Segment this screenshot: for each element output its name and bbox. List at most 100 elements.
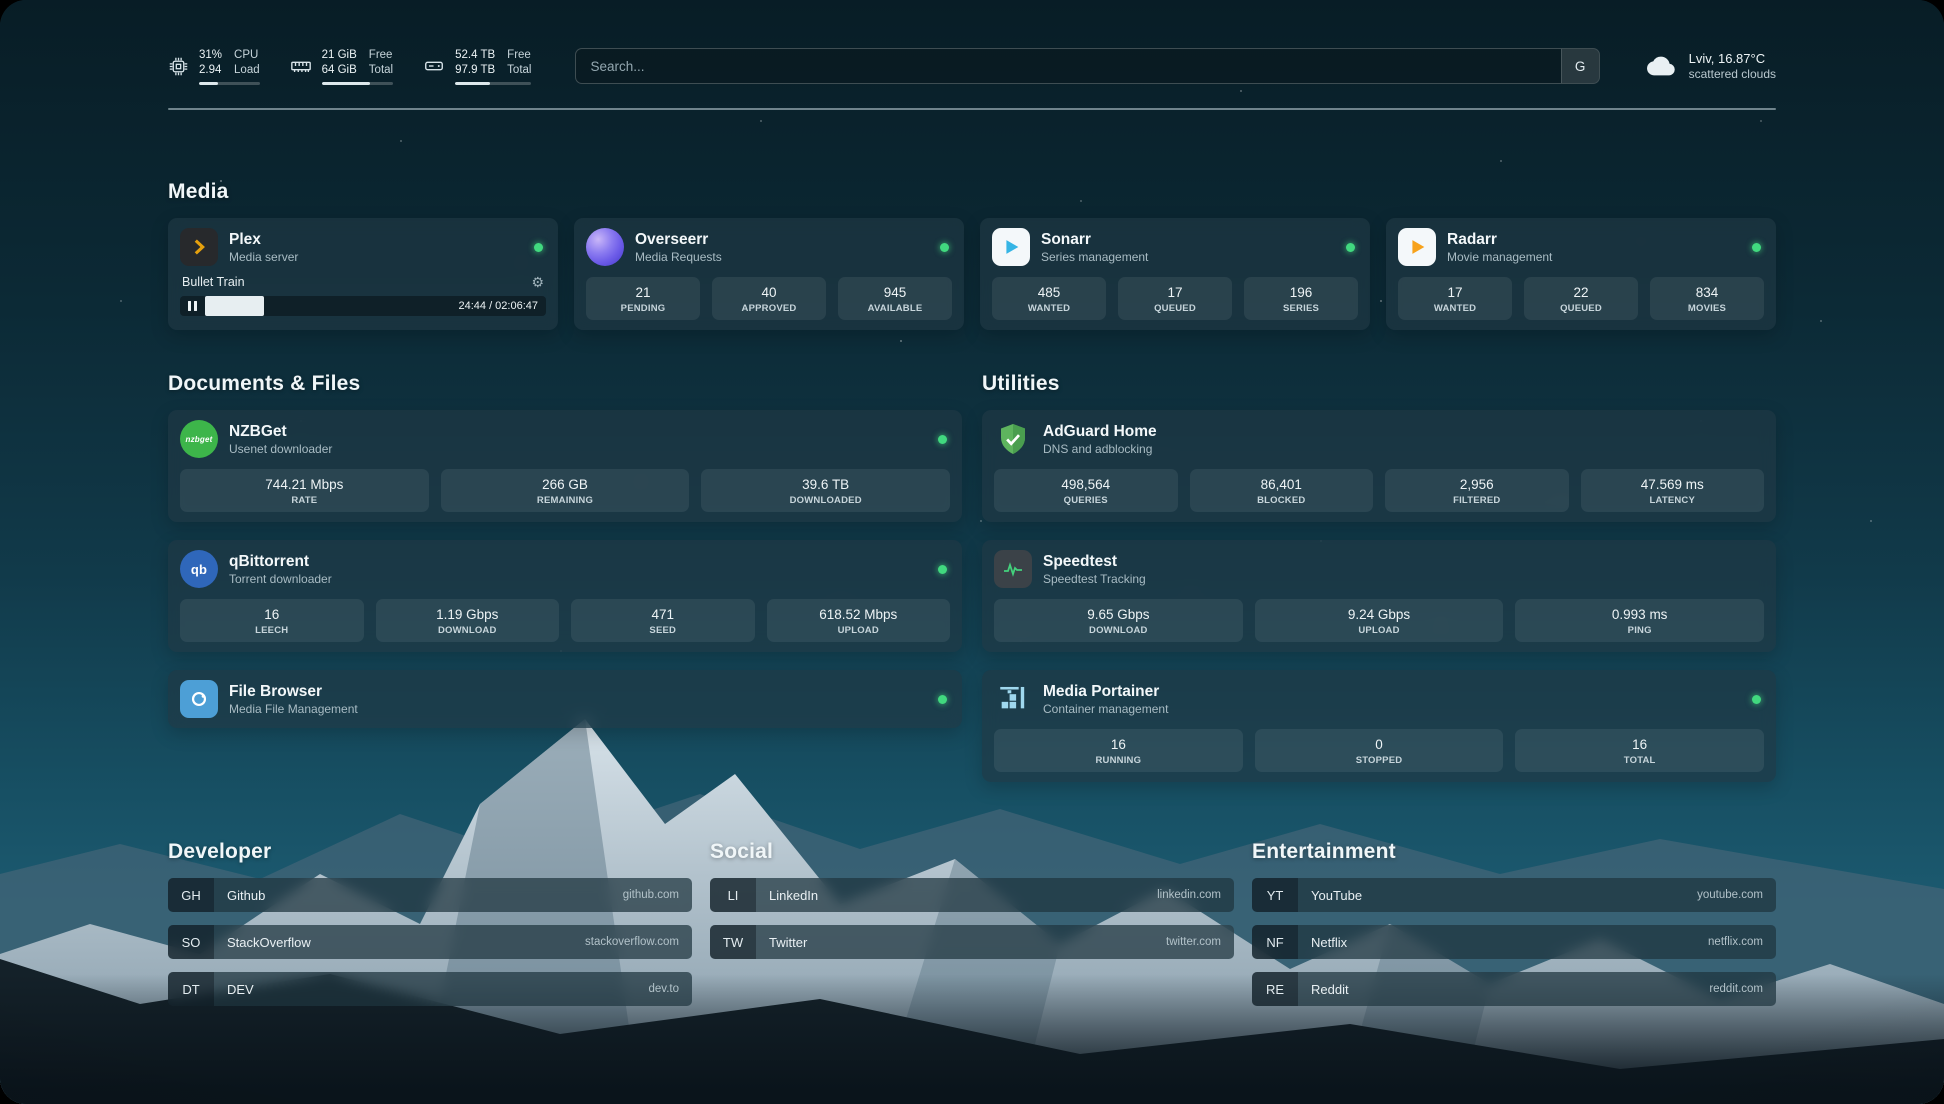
section-title-developer: Developer [168, 840, 692, 864]
status-dot [938, 565, 947, 574]
service-title: Media Portainer [1043, 682, 1168, 701]
weather-location: Lviv, 16.87°C [1689, 50, 1776, 67]
bookmark-name: Reddit [1311, 982, 1349, 997]
playback-progress-fill [205, 296, 264, 316]
status-dot [1752, 695, 1761, 704]
playback-time: 24:44 / 02:06:47 [458, 300, 546, 312]
bookmarks: Developer GH Github github.com SO StackO… [168, 840, 1776, 1062]
memory-widget: 21 GiB 64 GiB Free Total [290, 48, 393, 85]
bookmark-name: Netflix [1311, 935, 1347, 950]
bookmark-github[interactable]: GH Github github.com [168, 878, 692, 912]
service-subtitle: Usenet downloader [229, 442, 332, 457]
status-dot [938, 695, 947, 704]
bookmark-reddit[interactable]: RE Reddit reddit.com [1252, 972, 1776, 1006]
memory-label-1: Free [369, 48, 393, 63]
stat-movies: 834 MOVIES [1650, 277, 1764, 320]
service-card-plex[interactable]: Plex Media server Bullet Train ⚙ 24:44 /… [168, 218, 558, 330]
bookmark-name: Twitter [769, 935, 807, 950]
bookmark-url: linkedin.com [1157, 889, 1221, 901]
bookmark-url: netflix.com [1708, 936, 1763, 948]
playback-progress-bar[interactable]: 24:44 / 02:06:47 [180, 296, 546, 316]
service-card-overseerr[interactable]: Overseerr Media Requests 21 PENDING 40 A… [574, 218, 964, 330]
section-title-entertainment: Entertainment [1252, 840, 1776, 864]
bookmark-url: stackoverflow.com [585, 936, 679, 948]
stat-wanted: 485 WANTED [992, 277, 1106, 320]
stat-series: 196 SERIES [1244, 277, 1358, 320]
search-input[interactable] [575, 48, 1599, 84]
filebrowser-icon [180, 680, 218, 718]
status-dot [1752, 243, 1761, 252]
status-dot [1346, 243, 1355, 252]
service-title: Sonarr [1041, 230, 1148, 249]
cpu-widget: 31% 2.94 CPU Load [168, 48, 260, 85]
stat-running: 16 RUNNING [994, 729, 1243, 772]
stat-upload: 618.52 Mbps UPLOAD [767, 599, 951, 642]
bookmark-abbr: LI [710, 878, 756, 912]
sonarr-icon [992, 228, 1030, 266]
gear-icon[interactable]: ⚙ [531, 275, 544, 289]
bookmark-dev[interactable]: DT DEV dev.to [168, 972, 692, 1006]
portainer-icon [994, 680, 1032, 718]
bookmark-netflix[interactable]: NF Netflix netflix.com [1252, 925, 1776, 959]
service-card-adguard[interactable]: AdGuard Home DNS and adblocking 498,564 … [982, 410, 1776, 522]
cpu-percent: 31% [199, 48, 222, 63]
service-subtitle: Media server [229, 250, 298, 265]
bookmark-youtube[interactable]: YT YouTube youtube.com [1252, 878, 1776, 912]
bookmark-url: twitter.com [1166, 936, 1221, 948]
service-card-sonarr[interactable]: Sonarr Series management 485 WANTED 17 Q… [980, 218, 1370, 330]
bookmark-name: Github [227, 888, 265, 903]
bookmark-stackoverflow[interactable]: SO StackOverflow stackoverflow.com [168, 925, 692, 959]
bookmark-name: StackOverflow [227, 935, 311, 950]
bookmark-url: github.com [623, 889, 679, 901]
service-card-qbittorrent[interactable]: qb qBittorrent Torrent downloader 16 [168, 540, 962, 652]
service-title: NZBGet [229, 422, 332, 441]
bookmark-abbr: DT [168, 972, 214, 1006]
stat-latency: 47.569 ms LATENCY [1581, 469, 1765, 512]
topbar: 31% 2.94 CPU Load [168, 40, 1776, 92]
section-title-social: Social [710, 840, 1234, 864]
topbar-divider [168, 108, 1776, 110]
cloud-icon [1644, 52, 1678, 80]
service-title: Overseerr [635, 230, 722, 249]
resource-widgets: 31% 2.94 CPU Load [168, 48, 531, 85]
service-card-radarr[interactable]: Radarr Movie management 17 WANTED 22 QUE… [1386, 218, 1776, 330]
memory-free: 21 GiB [322, 48, 357, 63]
stat-download: 1.19 Gbps DOWNLOAD [376, 599, 560, 642]
weather-condition: scattered clouds [1689, 67, 1776, 82]
section-media: Media Plex Media server [168, 180, 1776, 330]
disk-meter [455, 82, 531, 85]
disk-meter-fill [455, 82, 490, 85]
pause-icon[interactable] [180, 301, 205, 311]
stat-available: 945 AVAILABLE [838, 277, 952, 320]
disk-icon [423, 55, 445, 77]
memory-meter [322, 82, 393, 85]
service-card-portainer[interactable]: Media Portainer Container management 16 … [982, 670, 1776, 782]
search-provider-button[interactable]: G [1561, 49, 1599, 83]
stat-downloaded: 39.6 TB DOWNLOADED [701, 469, 950, 512]
status-dot [940, 243, 949, 252]
service-title: Speedtest [1043, 552, 1146, 571]
service-title: Radarr [1447, 230, 1552, 249]
stat-upload: 9.24 Gbps UPLOAD [1255, 599, 1504, 642]
bookmark-url: youtube.com [1697, 889, 1763, 901]
bookmark-linkedin[interactable]: LI LinkedIn linkedin.com [710, 878, 1234, 912]
service-card-filebrowser[interactable]: File Browser Media File Management [168, 670, 962, 728]
bookmark-twitter[interactable]: TW Twitter twitter.com [710, 925, 1234, 959]
stat-pending: 21 PENDING [586, 277, 700, 320]
bookmark-group-entertainment: Entertainment YT YouTube youtube.com NF … [1252, 840, 1776, 1006]
bookmark-abbr: GH [168, 878, 214, 912]
plex-icon [180, 228, 218, 266]
bookmark-abbr: YT [1252, 878, 1298, 912]
memory-meter-fill [322, 82, 370, 85]
cpu-meter [199, 82, 260, 85]
cpu-label-2: Load [234, 63, 260, 78]
memory-icon [290, 55, 312, 77]
service-card-nzbget[interactable]: nzbget NZBGet Usenet downloader 744.21 M… [168, 410, 962, 522]
stat-queued: 22 QUEUED [1524, 277, 1638, 320]
service-card-speedtest[interactable]: Speedtest Speedtest Tracking 9.65 Gbps D… [982, 540, 1776, 652]
cpu-meter-fill [199, 82, 218, 85]
speedtest-icon [994, 550, 1032, 588]
radarr-icon [1398, 228, 1436, 266]
service-subtitle: Torrent downloader [229, 572, 332, 587]
service-title: File Browser [229, 682, 358, 701]
